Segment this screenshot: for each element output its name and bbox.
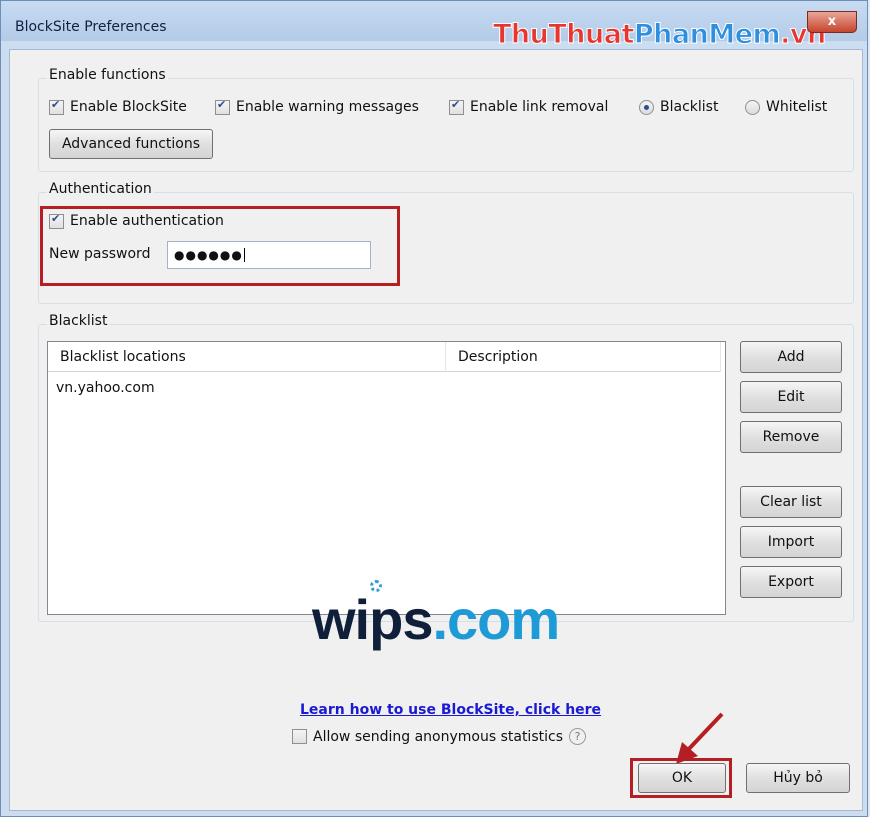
blacklist-radio[interactable] [639,99,654,115]
import-button[interactable]: Import [740,526,842,558]
close-button[interactable]: x [807,11,857,33]
whitelist-radio-label: Whitelist [766,99,828,115]
enable-warning-label: Enable warning messages [236,99,419,115]
blacklist-group: Blacklist Blacklist locations Descriptio… [38,313,854,622]
enable-link-removal-label: Enable link removal [470,99,609,115]
column-header-locations[interactable]: Blacklist locations [48,342,446,372]
ok-highlight-box [630,758,732,798]
column-header-description[interactable]: Description [446,342,721,372]
enable-functions-label: Enable functions [47,67,168,83]
add-button[interactable]: Add [740,341,842,373]
clear-list-button[interactable]: Clear list [740,486,842,518]
authentication-label: Authentication [47,181,154,197]
enable-link-removal-option[interactable]: Enable link removal [449,98,609,115]
dialog-body: Enable functions Enable BlockSite Enable… [9,49,863,811]
enable-warning-option[interactable]: Enable warning messages [215,98,419,115]
enable-blocksite-checkbox[interactable] [49,98,64,115]
blocksite-preferences-window: BlockSite Preferences ThuThuatPhanMem.vn… [0,0,868,817]
remove-button[interactable]: Remove [740,421,842,453]
blacklist-radio-option[interactable]: Blacklist [639,99,718,115]
enable-warning-checkbox[interactable] [215,98,230,115]
help-icon[interactable]: ? [569,728,586,745]
anonymous-stats-checkbox[interactable] [292,729,307,744]
wips-logo: wips.com [312,588,560,651]
auth-highlight-box [40,206,400,286]
blacklist-radio-label: Blacklist [660,99,719,115]
window-title: BlockSite Preferences [15,19,167,35]
row-location: vn.yahoo.com [56,380,155,396]
whitelist-radio[interactable] [745,99,760,115]
enable-link-removal-checkbox[interactable] [449,98,464,115]
whitelist-radio-option[interactable]: Whitelist [745,99,827,115]
watermark-logo: ThuThuatPhanMem.vn [492,19,826,51]
advanced-functions-button[interactable]: Advanced functions [49,129,213,159]
export-button[interactable]: Export [740,566,842,598]
learn-how-link[interactable]: Learn how to use BlockSite, click here [300,702,601,718]
close-icon: x [827,14,837,29]
anonymous-stats-label: Allow sending anonymous statistics [313,728,563,745]
blacklist-group-label: Blacklist [47,313,110,329]
blacklist-table[interactable]: Blacklist locations Description vn.yahoo… [47,341,726,615]
enable-blocksite-option[interactable]: Enable BlockSite [49,98,187,115]
anonymous-stats-option[interactable]: Allow sending anonymous statistics ? [292,728,586,745]
enable-blocksite-label: Enable BlockSite [70,99,187,115]
cancel-button[interactable]: Hủy bỏ [746,763,850,793]
table-row[interactable]: vn.yahoo.com [56,380,155,396]
enable-functions-group: Enable functions Enable BlockSite Enable… [38,67,854,172]
edit-button[interactable]: Edit [740,381,842,413]
title-bar[interactable]: BlockSite Preferences ThuThuatPhanMem.vn… [1,1,867,51]
